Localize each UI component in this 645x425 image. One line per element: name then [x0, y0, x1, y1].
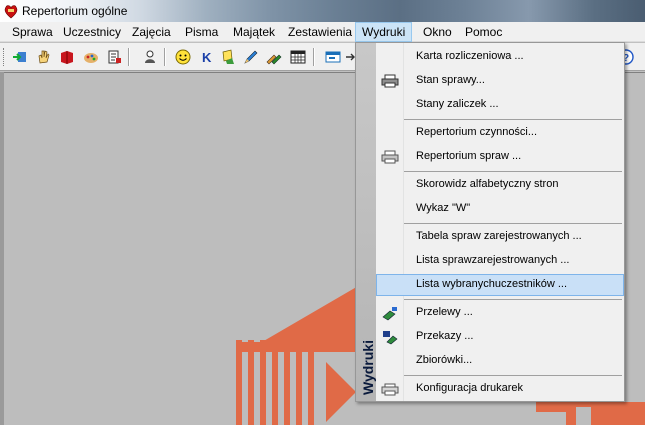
application-window: Repertorium ogólne Sprawa Uczestnicy Zaj… — [0, 0, 645, 425]
hand-icon[interactable] — [36, 49, 52, 65]
menu-item-label: Repertorium spraw ... — [416, 150, 522, 162]
menu-item-repertorium-spraw[interactable]: Repertorium spraw ... — [376, 146, 624, 168]
menu-sprawa[interactable]: Sprawa — [6, 22, 59, 42]
menu-item-karta-rozliczeniowa[interactable]: Karta rozliczeniowa ... — [376, 46, 624, 68]
pencil-icon[interactable] — [243, 49, 259, 65]
window-title: Repertorium ogólne — [22, 4, 128, 18]
menu-zestawienia[interactable]: Zestawienia — [282, 22, 358, 42]
menu-separator — [404, 119, 622, 120]
menu-item-label: Tabela spraw zarejestrowanych ... — [416, 230, 582, 242]
toolbar-separator — [164, 48, 166, 66]
menu-item-label: Stany zaliczek ... — [416, 98, 499, 110]
app-icon — [4, 5, 18, 19]
book-icon[interactable] — [59, 49, 75, 65]
menu-item-konfiguracja-drukarek[interactable]: Konfiguracja drukarek — [376, 378, 624, 400]
menu-item-skorowidz-alfabetyczny[interactable]: Skorowidz alfabetyczny stron — [376, 174, 624, 196]
menu-item-label: Stan sprawy... — [416, 74, 485, 86]
menu-item-label: Lista wybranychuczestników ... — [416, 278, 568, 290]
menu-item-stan-sprawy[interactable]: Stan sprawy... — [376, 70, 624, 92]
menu-item-label: Skorowidz alfabetyczny stron — [416, 178, 559, 190]
toolbar-separator — [313, 48, 315, 66]
menu-item-wykaz-w[interactable]: Wykaz "W" — [376, 198, 624, 220]
smiley-icon[interactable] — [175, 49, 191, 65]
menu-item-label: Przelewy ... — [416, 306, 473, 318]
k-icon[interactable]: K — [198, 49, 214, 65]
menu-item-label: Repertorium czynności... — [416, 126, 538, 138]
menu-item-repertorium-czynnosci[interactable]: Repertorium czynności... — [376, 122, 624, 144]
document-icon[interactable] — [106, 49, 122, 65]
menu-separator — [404, 171, 622, 172]
menu-side-band-label: Wydruki — [360, 340, 376, 395]
transfer-icon — [382, 307, 397, 321]
calendar-icon[interactable] — [290, 49, 306, 65]
toolbar-separator — [128, 48, 130, 66]
menu-okno[interactable]: Okno — [417, 22, 458, 42]
menu-separator — [404, 375, 622, 376]
workspace-edge — [0, 72, 4, 425]
title-bar: Repertorium ogólne — [0, 0, 645, 22]
person-icon[interactable] — [142, 49, 158, 65]
printer-icon — [381, 74, 399, 88]
menu-item-label: Lista sprawzarejestrowanych ... — [416, 254, 570, 266]
menu-pomoc[interactable]: Pomoc — [459, 22, 508, 42]
palette-icon[interactable] — [83, 49, 99, 65]
menu-item-lista-spraw[interactable]: Lista sprawzarejestrowanych ... — [376, 250, 624, 272]
pencils-icon[interactable] — [266, 49, 282, 65]
money-order-icon — [383, 331, 398, 345]
menu-item-przekazy[interactable]: Przekazy ... — [376, 326, 624, 348]
menu-item-label: Karta rozliczeniowa ... — [416, 50, 524, 62]
menu-item-przelewy[interactable]: Przelewy ... — [376, 302, 624, 324]
menu-zajecia[interactable]: Zajęcia — [126, 22, 177, 42]
menu-uczestnicy[interactable]: Uczestnicy — [57, 22, 127, 42]
menu-separator — [404, 223, 622, 224]
window-icon[interactable] — [325, 49, 341, 65]
menu-item-label: Przekazy ... — [416, 330, 474, 342]
menu-item-tabela-spraw[interactable]: Tabela spraw zarejestrowanych ... — [376, 226, 624, 248]
menu-pisma[interactable]: Pisma — [179, 22, 224, 42]
wydruki-dropdown-menu: Wydruki Karta rozliczeniowa ... Stan spr… — [355, 42, 625, 402]
printer-icon — [381, 383, 399, 396]
menu-item-label: Konfiguracja drukarek — [416, 382, 524, 394]
menu-separator — [404, 299, 622, 300]
login-icon[interactable] — [12, 49, 28, 65]
notes-icon[interactable] — [220, 49, 236, 65]
menu-majatek[interactable]: Majątek — [227, 22, 281, 42]
menu-item-label: Zbiorówki... — [416, 354, 473, 366]
menu-item-lista-uczestnikow[interactable]: Lista wybranychuczestników ... — [376, 274, 624, 296]
menu-item-label: Wykaz "W" — [416, 202, 471, 214]
menu-bar: Sprawa Uczestnicy Zajęcia Pisma Majątek … — [0, 22, 645, 42]
menu-item-zbiorowki[interactable]: Zbiorówki... — [376, 350, 624, 372]
svg-text:K: K — [202, 50, 212, 65]
menu-wydruki[interactable]: Wydruki — [355, 22, 413, 42]
toolbar-grip[interactable] — [3, 48, 6, 66]
menu-item-stany-zaliczek[interactable]: Stany zaliczek ... — [376, 94, 624, 116]
printer-icon — [381, 150, 399, 164]
